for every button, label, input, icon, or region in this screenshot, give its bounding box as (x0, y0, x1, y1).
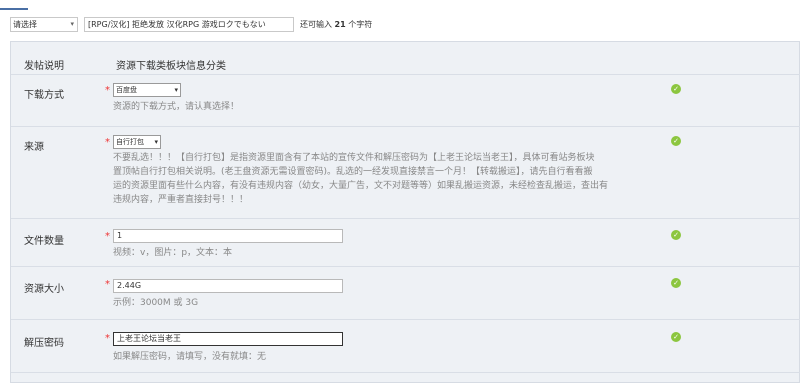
thread-type-value: 请选择 (13, 20, 37, 29)
password-input[interactable]: 上老王论坛当老王 (113, 332, 343, 346)
check-icon: ✓ (671, 278, 681, 288)
password-row: 解压密码 * 上老王论坛当老王 如果解压密码，请填写，没有就填：无 ✓ (11, 320, 800, 373)
chevron-down-icon: ▾ (70, 20, 74, 28)
download-method-row: 下载方式 * 百度盘 ▾ 资源的下载方式，请认真选择！ ✓ (11, 75, 800, 127)
required-mark: * (105, 333, 110, 344)
file-count-hint: 视频：v，图片：p，文本：本 (113, 248, 233, 258)
file-count-input[interactable]: 1 (113, 229, 343, 243)
resource-size-label: 资源大小 (24, 284, 64, 295)
file-count-label: 文件数量 (24, 236, 64, 247)
password-hint: 如果解压密码，请填写，没有就填：无 (113, 352, 267, 362)
resource-size-row: 资源大小 * 2.44G 示例：3000M 或 3G ✓ (11, 267, 800, 320)
thread-title-value: [RPG/汉化] 拒绝发放 汉化RPG 游戏ロクでもない (88, 20, 266, 29)
source-row: 来源 * 自行打包 ▾ 不要乱选！！！【自行打包】是指资源里面含有了本站的宣传文… (11, 127, 800, 219)
required-mark: * (105, 137, 110, 148)
source-label: 来源 (24, 142, 44, 153)
form-header-label: 发帖说明 (24, 61, 64, 72)
char-remaining-hint: 还可输入 21 个字符 (300, 19, 372, 30)
download-method-hint: 资源的下载方式，请认真选择！ (113, 102, 240, 112)
thread-type-select[interactable]: 请选择 ▾ (10, 17, 78, 32)
check-icon: ✓ (671, 332, 681, 342)
chevron-down-icon: ▾ (174, 86, 178, 94)
check-icon: ✓ (671, 84, 681, 94)
password-value: 上老王论坛当老王 (117, 334, 181, 343)
form-header-row: 发帖说明 资源下载类板块信息分类 (11, 42, 800, 75)
download-method-select[interactable]: 百度盘 ▾ (113, 83, 181, 97)
download-method-label: 下载方式 (24, 90, 64, 101)
source-hint-line: 运的资源里面有些什么内容，有没有违规内容（幼女，大量广告，文不对题等等）如果乱搬… (113, 181, 609, 191)
source-value: 自行打包 (116, 138, 144, 146)
resource-size-hint: 示例：3000M 或 3G (113, 298, 199, 308)
thread-title-bar: 请选择 ▾ [RPG/汉化] 拒绝发放 汉化RPG 游戏ロクでもない 还可输入 … (0, 0, 800, 42)
char-count: 21 (334, 20, 346, 29)
file-count-value: 1 (117, 231, 123, 240)
resource-size-value: 2.44G (117, 281, 142, 290)
form-header-value: 资源下载类板块信息分类 (116, 61, 226, 72)
password-label: 解压密码 (24, 338, 64, 349)
file-count-row: 文件数量 * 1 视频：v，图片：p，文本：本 ✓ (11, 219, 800, 267)
chevron-down-icon: ▾ (154, 138, 158, 146)
required-mark: * (105, 279, 110, 290)
thread-title-input[interactable]: [RPG/汉化] 拒绝发放 汉化RPG 游戏ロクでもない (84, 17, 294, 32)
check-icon: ✓ (671, 136, 681, 146)
char-hint-prefix: 还可输入 (300, 20, 332, 29)
source-hint-line: 不要乱选！！！【自行打包】是指资源里面含有了本站的宣传文件和解压密码为【上老王论… (113, 153, 595, 163)
char-hint-suffix: 个字符 (348, 20, 373, 29)
source-hint-line: 置顶帖自行打包相关说明。(老王盘资源无需设置密码)。乱选的一经发现直接禁言一个月… (113, 167, 593, 177)
required-mark: * (105, 85, 110, 96)
source-hint-line: 违规内容，严重者直接封号！！！ (113, 195, 249, 205)
download-method-value: 百度盘 (116, 86, 137, 94)
resource-size-input[interactable]: 2.44G (113, 279, 343, 293)
required-mark: * (105, 231, 110, 242)
post-form-panel: 发帖说明 资源下载类板块信息分类 下载方式 * 百度盘 ▾ 资源的下载方式，请认… (10, 41, 800, 383)
tab-indicator (0, 0, 28, 10)
check-icon: ✓ (671, 230, 681, 240)
source-select[interactable]: 自行打包 ▾ (113, 135, 161, 149)
